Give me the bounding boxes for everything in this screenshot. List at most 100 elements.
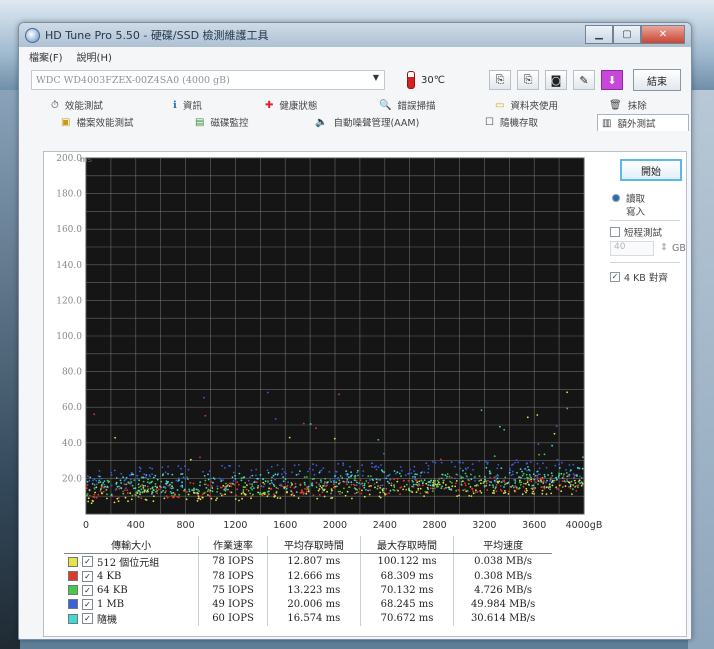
- data-point: [293, 464, 296, 467]
- tab-disk-monitor[interactable]: ▤ 磁碟監控: [195, 114, 248, 130]
- data-point: [167, 465, 169, 468]
- copy-clipboard-icon[interactable]: ⎘: [517, 70, 539, 90]
- data-point: [276, 497, 279, 499]
- short-test-checkbox[interactable]: [610, 227, 620, 237]
- x-tick-label: 3600: [522, 520, 546, 531]
- data-point: [335, 481, 338, 484]
- data-point: [237, 483, 240, 486]
- data-point: [529, 475, 531, 478]
- tab-benchmark[interactable]: ⏱ 效能測試: [51, 97, 103, 113]
- download-icon[interactable]: ⬇: [601, 70, 623, 90]
- tab-aam[interactable]: 🔈 自動噪聲管理(AAM): [315, 114, 419, 130]
- y-tick-label: 160.0: [56, 225, 82, 235]
- data-point: [89, 476, 92, 479]
- data-point: [388, 492, 390, 495]
- data-point: [165, 482, 167, 485]
- data-point: [264, 480, 267, 483]
- menu-help[interactable]: 說明(H): [77, 49, 112, 64]
- data-point: [460, 480, 463, 483]
- tab-label: 額外測試: [617, 119, 656, 130]
- series-checkbox[interactable]: ✓: [82, 570, 93, 582]
- data-point: [339, 490, 342, 493]
- data-point: [249, 483, 251, 485]
- data-point: [529, 461, 532, 463]
- data-point: [412, 483, 415, 486]
- tab-erase[interactable]: 🗑 抹除: [609, 97, 647, 113]
- data-point: [451, 482, 453, 484]
- copy-info-icon[interactable]: ⎘: [489, 70, 511, 90]
- data-point: [212, 477, 215, 479]
- data-point: [400, 475, 402, 478]
- align-label: 4 KB 對齊: [624, 273, 668, 284]
- series-checkbox[interactable]: ✓: [82, 556, 93, 567]
- data-point: [106, 497, 108, 500]
- series-checkbox[interactable]: ✓: [82, 598, 93, 610]
- tab-file-benchmark[interactable]: ▣ 檔案效能測試: [61, 114, 133, 130]
- data-point: [427, 488, 430, 491]
- tab-folder-usage[interactable]: ▭ 資料夾使用: [495, 97, 558, 113]
- data-point: [301, 491, 304, 493]
- tab-random-access[interactable]: ☐ 隨機存取: [485, 114, 538, 130]
- data-point: [234, 475, 236, 477]
- data-point: [216, 497, 218, 500]
- data-point: [379, 479, 381, 481]
- series-checkbox[interactable]: ✓: [82, 613, 93, 624]
- data-point: [526, 481, 529, 484]
- data-point: [517, 461, 519, 464]
- data-point: [545, 466, 548, 469]
- title-bar[interactable]: HD Tune Pro 5.50 - 硬碟/SSD 檢測維護工具 ▁ ▢ ✕: [19, 23, 691, 47]
- maximize-button[interactable]: ▢: [613, 25, 641, 44]
- data-point: [536, 462, 539, 465]
- data-point: [359, 479, 362, 482]
- screenshot-icon[interactable]: ◙: [545, 70, 567, 90]
- read-option[interactable]: 讀取: [612, 191, 645, 205]
- data-point: [171, 495, 173, 497]
- tab-health[interactable]: ✚ 健康狀態: [265, 97, 317, 113]
- tab-info[interactable]: ℹ 資訊: [173, 97, 202, 113]
- data-point: [169, 490, 172, 493]
- start-button[interactable]: 開始: [620, 159, 682, 181]
- short-test-option[interactable]: 短程測試: [610, 225, 662, 239]
- align-option[interactable]: ✓ 4 KB 對齊: [610, 270, 668, 284]
- data-point: [396, 477, 399, 480]
- write-option[interactable]: 寫入: [626, 204, 645, 218]
- data-point: [518, 487, 520, 490]
- data-point: [569, 485, 572, 488]
- menu-file[interactable]: 檔案(F): [29, 49, 63, 64]
- align-checkbox[interactable]: ✓: [610, 272, 620, 282]
- data-point: [142, 476, 145, 479]
- test-size-input[interactable]: 40: [610, 241, 654, 256]
- data-point: [140, 497, 143, 500]
- read-radio[interactable]: [612, 194, 620, 202]
- options-icon[interactable]: ✎: [573, 70, 595, 90]
- drive-select[interactable]: WDC WD4003FZEX-00Z4SA0 (4000 gB) ▼: [31, 70, 385, 90]
- data-point: [526, 462, 529, 465]
- data-point: [118, 497, 120, 499]
- data-point: [445, 484, 447, 486]
- data-point: [166, 481, 168, 483]
- exit-button[interactable]: 結束: [633, 69, 681, 91]
- close-button[interactable]: ✕: [641, 25, 685, 44]
- data-point: [350, 481, 353, 483]
- series-checkbox[interactable]: ✓: [82, 584, 93, 596]
- data-point: [445, 477, 448, 480]
- data-point: [319, 485, 322, 487]
- tab-error-scan[interactable]: 🔍 錯誤掃描: [379, 97, 435, 113]
- data-point: [136, 474, 139, 477]
- data-point: [495, 484, 498, 486]
- tab-extra-tests[interactable]: ▥ 額外測試: [597, 114, 689, 131]
- data-point: [560, 472, 563, 475]
- max-access-time-cell: 68.309 ms: [359, 569, 454, 583]
- minimize-button[interactable]: ▁: [585, 25, 613, 44]
- data-point: [338, 479, 341, 482]
- data-point: [518, 481, 521, 484]
- size-spinner[interactable]: ⇕: [660, 242, 668, 253]
- data-point: [466, 490, 469, 492]
- data-point: [472, 468, 474, 471]
- data-point: [255, 468, 258, 471]
- data-point: [223, 488, 226, 491]
- drive-select-value: WDC WD4003FZEX-00Z4SA0 (4000 gB): [36, 74, 230, 86]
- data-point: [171, 481, 173, 484]
- data-point: [114, 489, 117, 491]
- data-point: [402, 488, 404, 491]
